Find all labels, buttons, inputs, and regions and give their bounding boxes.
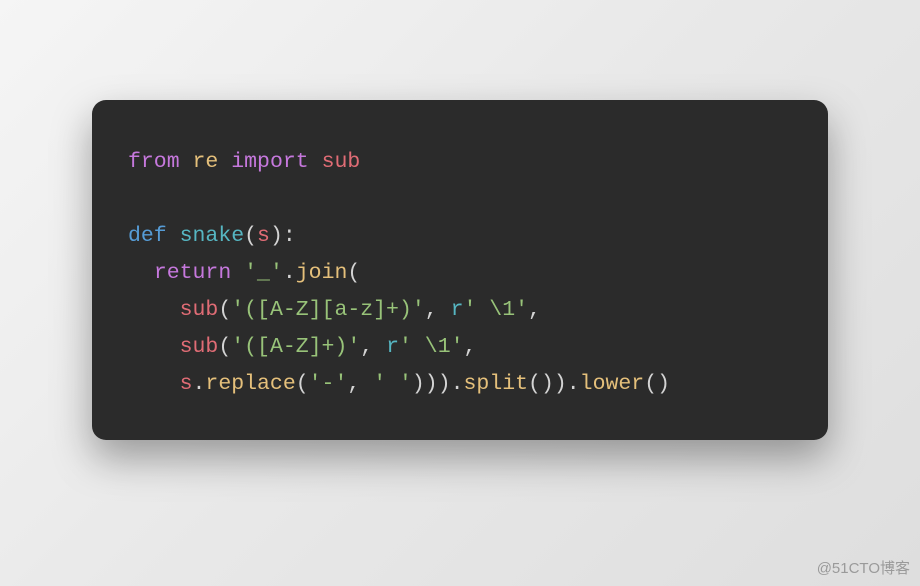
regex-str: '([A-Z][a-z]+)': [231, 298, 425, 322]
dot: .: [283, 261, 296, 285]
comma: ,: [360, 335, 373, 359]
raw-str: ' \1': [399, 335, 464, 359]
code-card: from re import sub def snake(s): return …: [92, 100, 828, 440]
str-space: ' ': [373, 372, 412, 396]
kw-from: from: [128, 150, 180, 174]
paren-close: ):: [270, 224, 296, 248]
paren: (: [296, 372, 309, 396]
call-lower: lower: [580, 372, 645, 396]
parens: ))): [412, 372, 451, 396]
raw-prefix: r: [386, 335, 399, 359]
parens: (): [644, 372, 670, 396]
comma: ,: [464, 335, 477, 359]
line-1: from re import sub: [128, 150, 360, 174]
call-join: join: [296, 261, 348, 285]
call-split: split: [464, 372, 529, 396]
paren-open: (: [244, 224, 257, 248]
dot: .: [193, 372, 206, 396]
line-7: s.replace('-', ' '))).split()).lower(): [128, 372, 670, 396]
call-replace: replace: [205, 372, 295, 396]
regex-str: '([A-Z]+)': [231, 335, 360, 359]
dot: .: [567, 372, 580, 396]
paren: (: [347, 261, 360, 285]
param: s: [257, 224, 270, 248]
dot: .: [451, 372, 464, 396]
comma: ,: [528, 298, 541, 322]
module-name: re: [193, 150, 219, 174]
watermark: @51CTO博客: [817, 557, 910, 578]
comma: ,: [347, 372, 360, 396]
line-5: sub('([A-Z][a-z]+)', r' \1',: [128, 298, 541, 322]
var-s: s: [180, 372, 193, 396]
raw-str: ' \1': [464, 298, 529, 322]
call-sub: sub: [180, 335, 219, 359]
comma: ,: [425, 298, 438, 322]
str-underscore: '_': [244, 261, 283, 285]
kw-import: import: [231, 150, 308, 174]
str-dash: '-': [309, 372, 348, 396]
paren: (: [218, 298, 231, 322]
line-6: sub('([A-Z]+)', r' \1',: [128, 335, 476, 359]
paren: (: [218, 335, 231, 359]
code-block: from re import sub def snake(s): return …: [128, 144, 792, 403]
raw-prefix: r: [451, 298, 464, 322]
line-3: def snake(s):: [128, 224, 296, 248]
kw-def: def: [128, 224, 167, 248]
parens: ()): [528, 372, 567, 396]
call-sub: sub: [180, 298, 219, 322]
line-4: return '_'.join(: [128, 261, 360, 285]
import-id: sub: [322, 150, 361, 174]
fn-name: snake: [180, 224, 245, 248]
kw-return: return: [154, 261, 231, 285]
